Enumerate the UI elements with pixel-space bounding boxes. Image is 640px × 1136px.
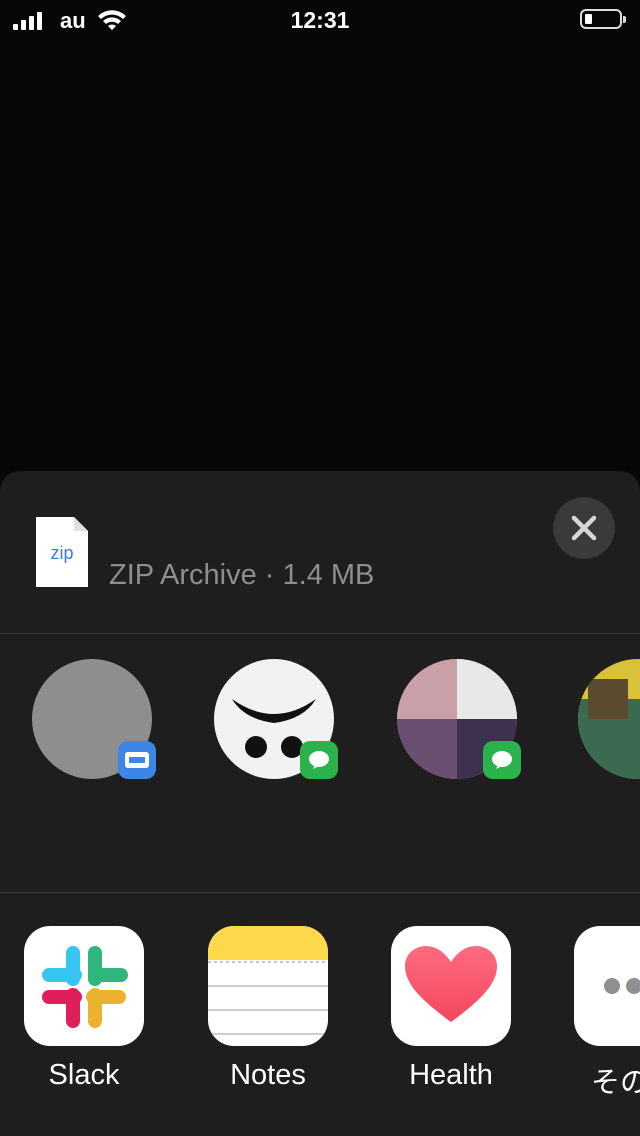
contacts-row xyxy=(0,634,640,892)
line-icon xyxy=(300,741,338,779)
app-label: その xyxy=(591,1067,640,1099)
status-bar: au 12:31 xyxy=(0,0,640,40)
zip-file-icon: zip xyxy=(34,515,90,589)
slack-icon xyxy=(24,926,144,1046)
line-icon xyxy=(483,741,521,779)
file-title: ZIP Archive · 1.4 MB xyxy=(109,559,375,591)
close-icon xyxy=(571,515,597,541)
file-icon-label: zip xyxy=(50,543,73,563)
more-icon xyxy=(574,926,640,1046)
app-label: Slack xyxy=(48,1059,120,1091)
share-sheet: zip ZIP Archive · 1.4 MB Slack Notes Hea… xyxy=(0,471,640,1136)
close-button[interactable] xyxy=(553,497,615,559)
app-label: Notes xyxy=(230,1059,306,1091)
blue-app-icon xyxy=(118,741,156,779)
health-heart-icon xyxy=(391,926,511,1046)
battery-icon xyxy=(580,9,626,29)
notes-icon xyxy=(208,926,328,1046)
contact-avatar xyxy=(578,659,640,779)
apps-row: Slack Notes Health その xyxy=(0,893,640,1136)
clock: 12:31 xyxy=(290,7,350,33)
app-label: Health xyxy=(409,1059,493,1091)
